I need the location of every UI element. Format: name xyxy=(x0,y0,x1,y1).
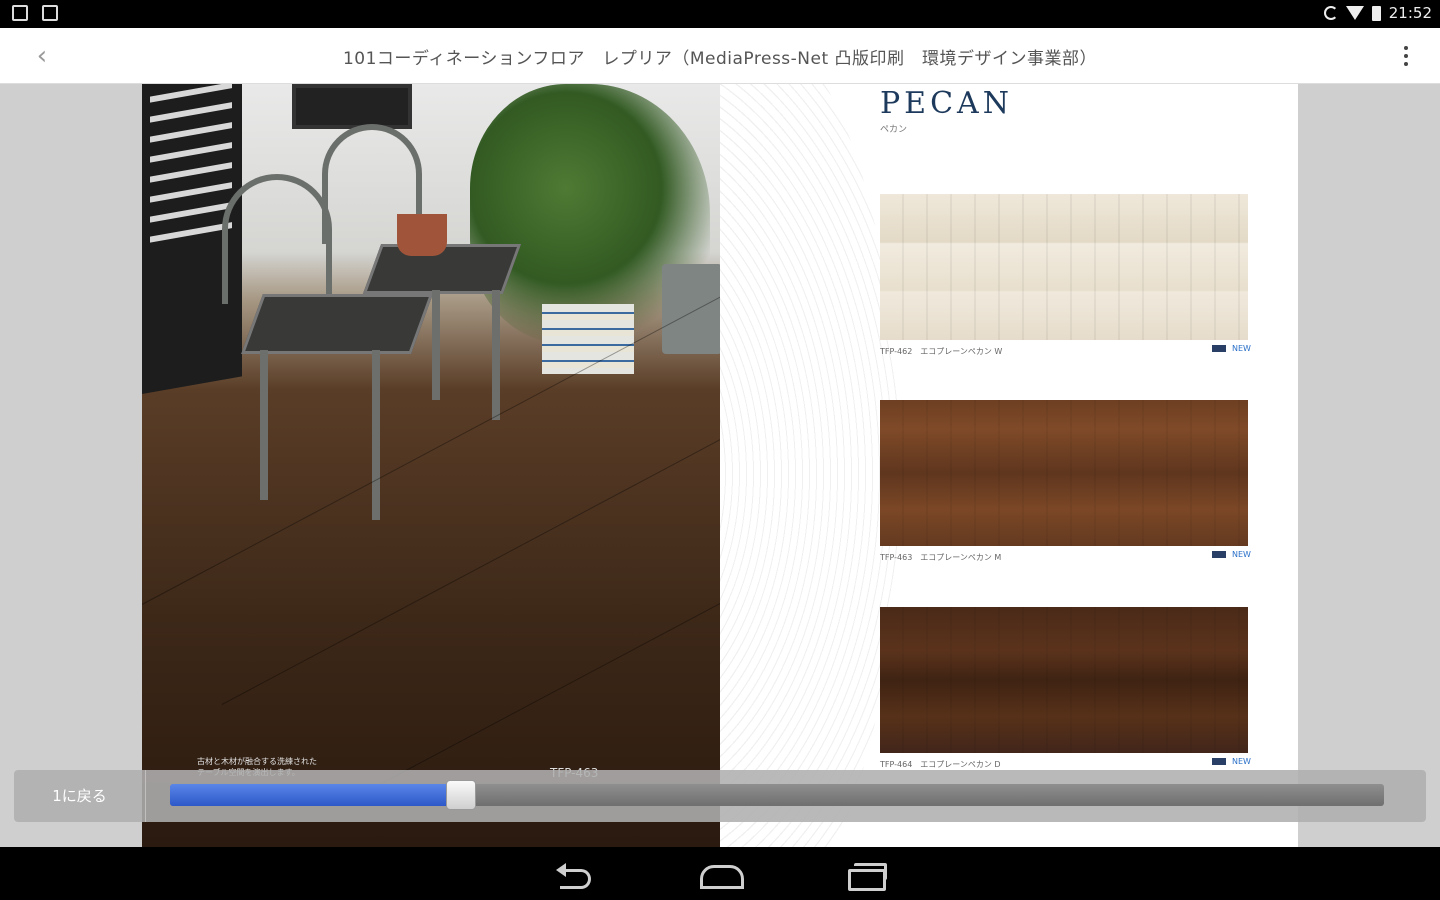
chair-seat xyxy=(241,294,433,354)
chair-leg xyxy=(260,350,268,500)
chair-leg xyxy=(372,350,380,520)
floor-line xyxy=(341,475,720,805)
wood-swatch xyxy=(880,607,1248,753)
recents-icon[interactable] xyxy=(844,859,890,891)
gallery-icon xyxy=(12,5,28,21)
home-icon[interactable] xyxy=(698,859,744,889)
book-stack xyxy=(542,304,634,374)
chair xyxy=(222,174,332,304)
chair-leg xyxy=(432,290,440,400)
navigation-bar xyxy=(0,847,1440,900)
left-page-photo: 古材と木材が融合する洗練された テーブル空間を演出します。 TFP-463 xyxy=(142,84,720,847)
wifi-icon xyxy=(1345,6,1364,20)
wood-swatch xyxy=(880,194,1248,340)
status-time: 21:52 xyxy=(1388,4,1432,22)
back-icon[interactable] xyxy=(554,859,600,889)
brand-title: PECAN xyxy=(880,86,1013,121)
wood-swatch xyxy=(880,400,1248,546)
status-bar: 21:52 xyxy=(0,0,1440,28)
clipboard-icon xyxy=(42,5,58,21)
bucket xyxy=(662,264,720,354)
brand-reading: ペカン xyxy=(880,125,908,135)
plant-pot xyxy=(397,214,447,256)
page-slider-bar: 1に戻る xyxy=(14,770,1426,822)
return-to-page-1-button[interactable]: 1に戻る xyxy=(14,770,146,822)
new-badge: NEW xyxy=(1212,757,1251,766)
page-slider-fill xyxy=(170,784,462,806)
battery-icon xyxy=(1371,5,1381,21)
page-slider-track[interactable] xyxy=(170,780,1384,810)
swatch-caption: TFP-464 エコプレーンペカン D xyxy=(880,760,1001,769)
swatch-caption: TFP-462 エコプレーンペカン W xyxy=(880,347,1003,356)
contour-decoration xyxy=(720,84,900,847)
swatch-caption: TFP-463 エコプレーンペカン M xyxy=(880,553,1002,562)
page-title: 101コーディネーションフロア レプリア（MediaPress-Net 凸版印刷… xyxy=(342,49,1098,69)
more-vert-icon[interactable] xyxy=(1392,42,1420,70)
new-badge: NEW xyxy=(1212,550,1251,559)
floor-line xyxy=(221,375,720,705)
screen-rotation-icon xyxy=(1323,6,1338,20)
page-slider-thumb[interactable] xyxy=(446,780,477,810)
chair-leg xyxy=(492,290,500,420)
app-bar: ‹ 101コーディネーションフロア レプリア（MediaPress-Net 凸版… xyxy=(0,28,1440,84)
wall-frame xyxy=(292,84,412,129)
new-badge: NEW xyxy=(1212,344,1251,353)
document-viewer[interactable]: 古材と木材が融合する洗練された テーブル空間を演出します。 TFP-463 PE… xyxy=(0,84,1440,847)
right-page-catalog: PECAN ペカン TFP-462 エコプレーンペカン W NEW TFP-46… xyxy=(720,84,1298,847)
